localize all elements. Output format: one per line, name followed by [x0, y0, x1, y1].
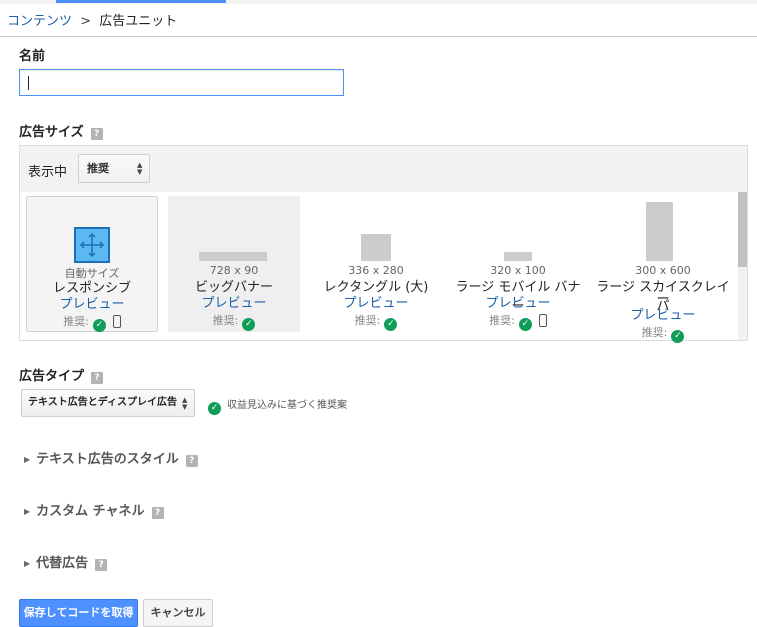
- active-tab-indicator: [56, 0, 226, 3]
- help-icon[interactable]: ?: [151, 507, 164, 519]
- size-card-large-rectangle[interactable]: 336 x 280 レクタングル (大) プレビュー 推奨: ✓: [310, 196, 442, 332]
- size-preview-shape: [361, 234, 391, 261]
- save-and-get-code-button[interactable]: 保存してコードを取得: [19, 599, 138, 627]
- preview-link[interactable]: プレビュー: [27, 293, 157, 312]
- recommended-label: 推奨:: [63, 315, 89, 328]
- size-card-large-mobile-banner[interactable]: 320 x 100 ラージ モバイル バナー プレビュー 推奨: ✓: [452, 196, 584, 332]
- updown-arrows-icon: ▲ ▼: [137, 161, 143, 176]
- mobile-icon: [112, 315, 121, 328]
- ad-type-select[interactable]: テキスト広告とディスプレイ広告 ▲ ▼: [21, 389, 195, 417]
- updown-arrows-icon: ▲ ▼: [182, 396, 188, 411]
- header-divider: [0, 36, 757, 37]
- preview-link[interactable]: プレビュー: [594, 304, 732, 323]
- help-icon[interactable]: ?: [90, 128, 103, 140]
- top-tab-strip: [0, 0, 757, 4]
- recommended-row: 推奨: ✓: [168, 312, 300, 331]
- check-icon: ✓: [208, 402, 221, 415]
- recommended-label: 推奨:: [354, 314, 381, 327]
- size-preview-shape: [646, 202, 673, 261]
- expand-triangle-icon: ▶: [24, 559, 31, 568]
- ad-type-heading: 広告タイプ?: [19, 365, 104, 384]
- ad-type-label: 広告タイプ: [19, 369, 85, 384]
- check-icon: ✓: [518, 318, 532, 331]
- text-ad-style-label: テキスト広告のスタイル: [36, 452, 179, 467]
- preview-link[interactable]: プレビュー: [168, 292, 300, 311]
- expand-triangle-icon: ▶: [24, 507, 31, 516]
- check-icon: ✓: [671, 330, 685, 343]
- cancel-button[interactable]: キャンセル: [143, 599, 213, 627]
- custom-channel-label: カスタム チャネル: [36, 504, 145, 519]
- expand-triangle-icon: ▶: [24, 455, 31, 464]
- backup-ads-label: 代替広告: [36, 556, 89, 571]
- section-backup-ads[interactable]: ▶ 代替広告?: [24, 552, 108, 571]
- ad-size-panel-header: 表示中 推奨 ▲ ▼: [20, 146, 747, 192]
- display-filter-value: 推奨: [87, 162, 109, 175]
- name-label: 名前: [19, 49, 46, 64]
- display-label: 表示中: [28, 165, 68, 180]
- check-icon: ✓: [384, 318, 398, 331]
- help-icon[interactable]: ?: [185, 455, 198, 467]
- size-preview-shape: [504, 252, 532, 261]
- recommended-label: 推奨:: [641, 326, 668, 339]
- recommended-row: 推奨: ✓: [310, 312, 442, 331]
- ad-size-heading: 広告サイズ?: [19, 121, 103, 140]
- breadcrumb-separator: >: [80, 14, 92, 29]
- ad-size-panel: 表示中 推奨 ▲ ▼ 自動サイズ レスポンシブ プレビュー 推奨: ✓ 728 …: [19, 145, 748, 343]
- recommended-label: 推奨:: [212, 314, 239, 327]
- section-text-ad-style[interactable]: ▶ テキスト広告のスタイル?: [24, 448, 198, 467]
- preview-link[interactable]: プレビュー: [310, 292, 442, 311]
- size-preview-shape: [199, 252, 267, 261]
- scrollbar-thumb[interactable]: [738, 192, 747, 267]
- ad-type-recommendation: ✓ 収益見込みに基づく推奨案: [208, 396, 347, 415]
- text-caret: [28, 76, 29, 90]
- size-card-leaderboard[interactable]: 728 x 90 ビッグバナー プレビュー 推奨: ✓: [168, 196, 300, 332]
- ad-type-value: テキスト広告とディスプレイ広告: [28, 397, 177, 408]
- breadcrumb: コンテンツ > 広告ユニット: [7, 10, 177, 29]
- responsive-size-icon: [74, 227, 110, 263]
- mobile-icon: [538, 314, 547, 327]
- display-filter-select[interactable]: 推奨 ▲ ▼: [78, 154, 150, 183]
- breadcrumb-current: 広告ユニット: [99, 14, 178, 29]
- ad-size-label: 広告サイズ: [19, 125, 84, 140]
- help-icon[interactable]: ?: [91, 372, 104, 384]
- check-icon: ✓: [242, 318, 256, 331]
- recommended-row: 推奨: ✓: [27, 313, 157, 332]
- size-card-responsive[interactable]: 自動サイズ レスポンシブ プレビュー 推奨: ✓: [26, 196, 158, 332]
- recommended-row: 推奨: ✓: [594, 324, 732, 343]
- section-custom-channel[interactable]: ▶ カスタム チャネル?: [24, 500, 164, 519]
- check-icon: ✓: [92, 319, 106, 332]
- recommended-row: 推奨: ✓: [452, 312, 584, 331]
- recommended-label: 推奨:: [489, 314, 515, 327]
- breadcrumb-link-content[interactable]: コンテンツ: [7, 14, 72, 29]
- ad-type-note-text: 収益見込みに基づく推奨案: [227, 400, 347, 411]
- ad-unit-name-input[interactable]: [19, 69, 344, 96]
- help-icon[interactable]: ?: [95, 559, 108, 571]
- size-list-scrollbar[interactable]: [738, 192, 747, 340]
- size-card-half-page[interactable]: 300 x 600 ラージ スカイスクレイパ ー プレビュー 推奨: ✓: [594, 196, 732, 343]
- preview-link[interactable]: プレビュー: [452, 292, 584, 311]
